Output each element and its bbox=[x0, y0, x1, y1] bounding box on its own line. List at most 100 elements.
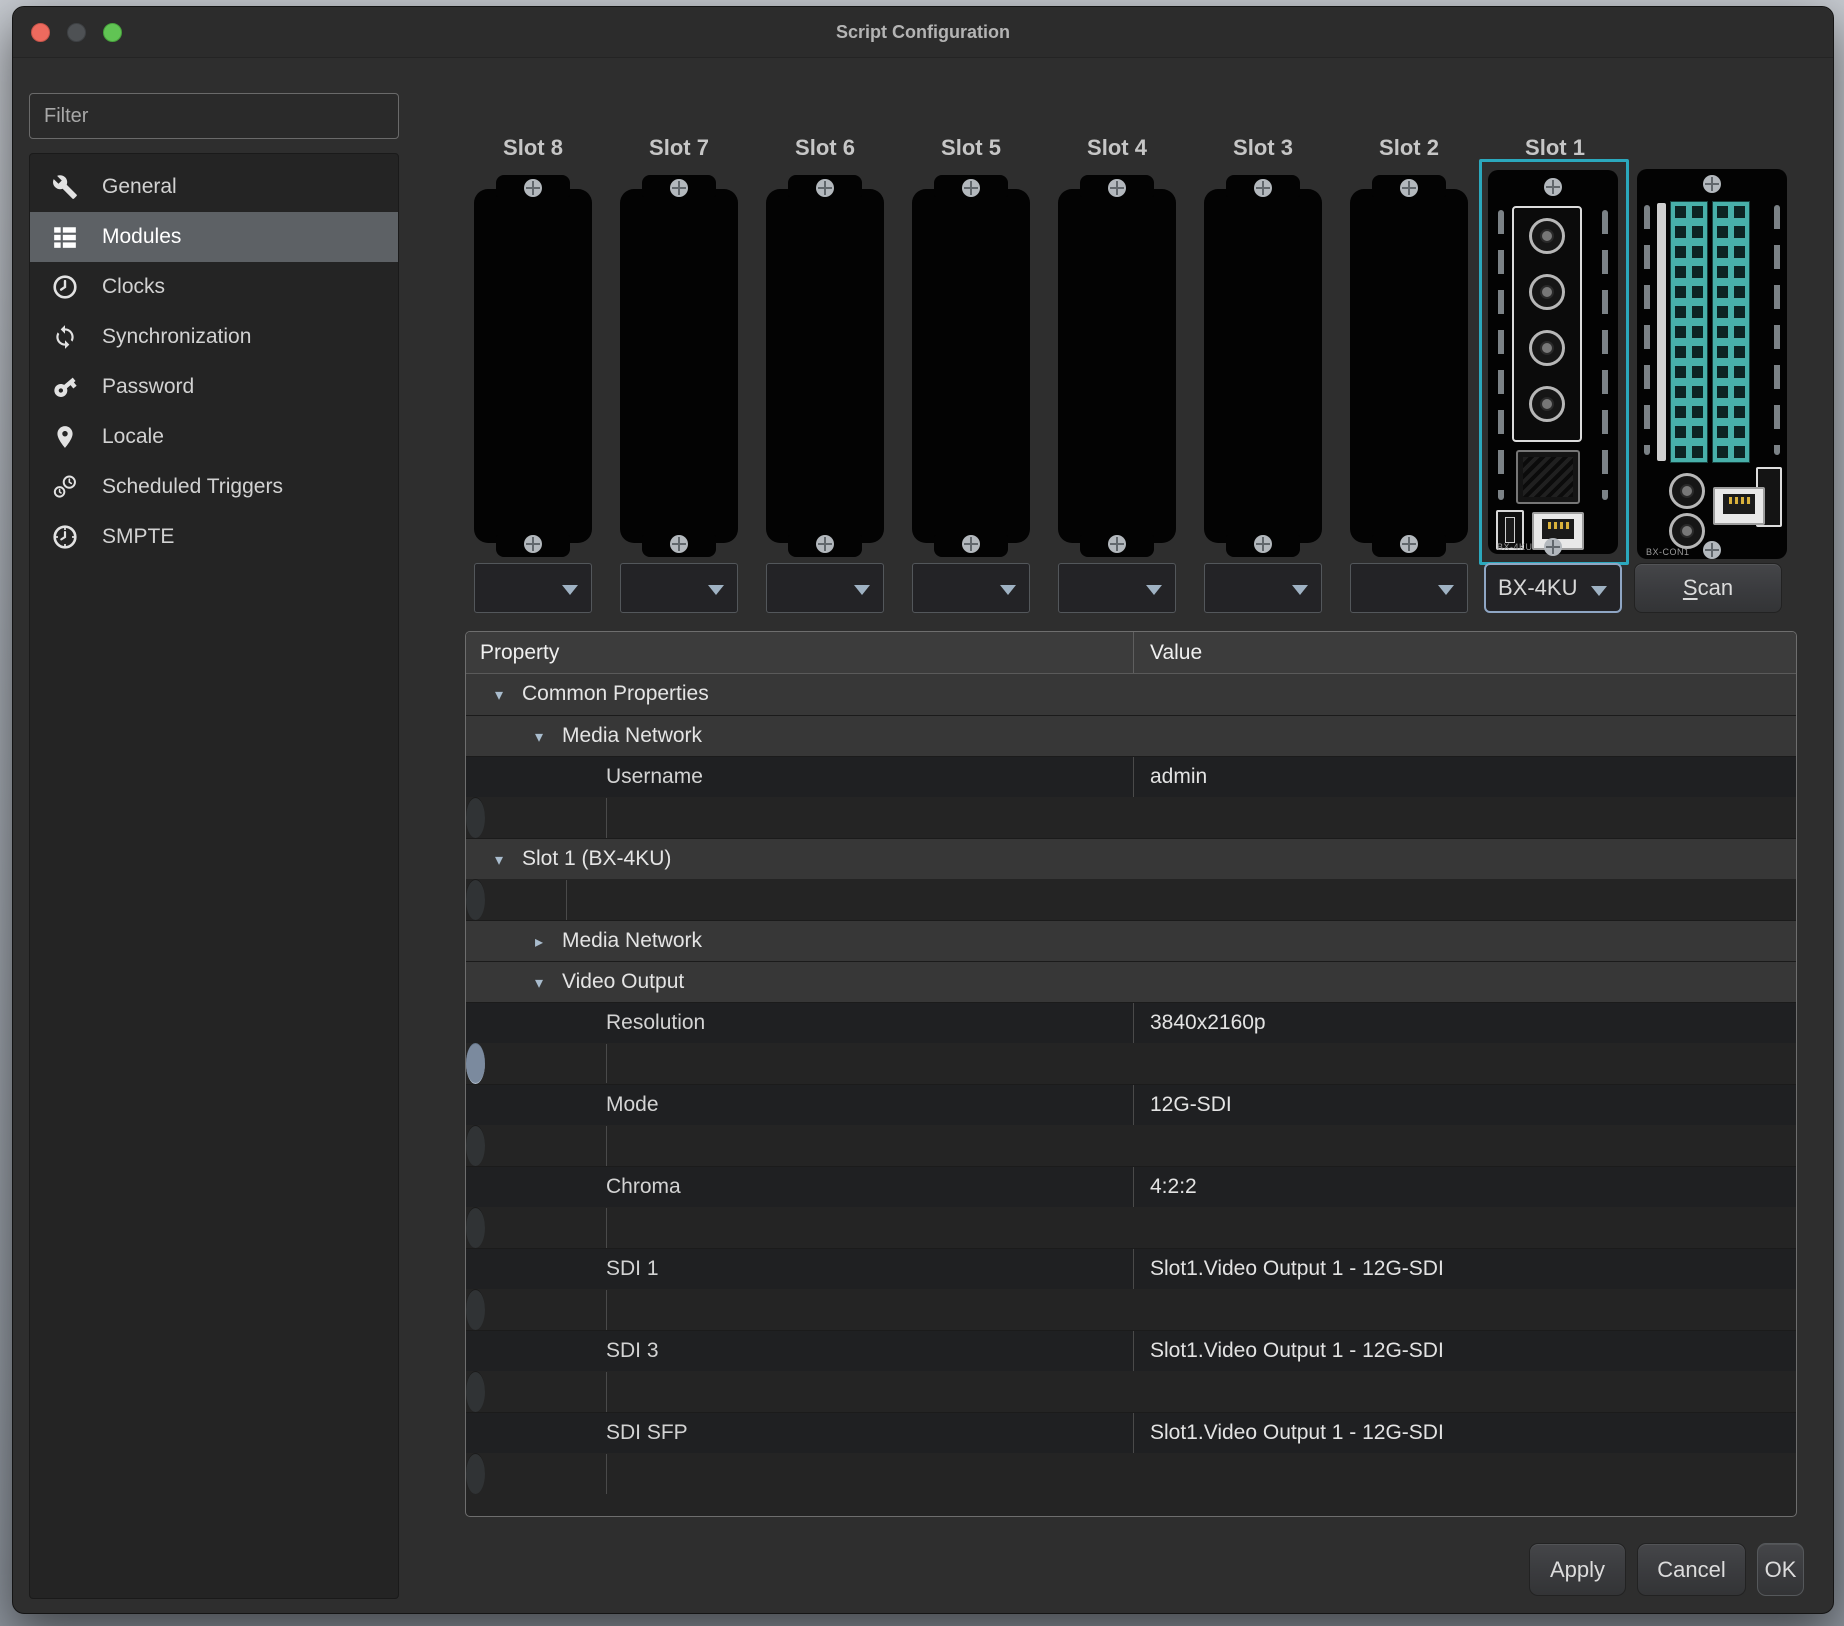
sidebar-item-general[interactable]: General bbox=[30, 162, 398, 212]
value-cell[interactable]: Disabled bbox=[607, 1454, 623, 1494]
collapse-arrow-icon[interactable]: ▾ bbox=[486, 676, 512, 715]
value-cell[interactable]: Slot1.Video Output 1 - 12G-SDI bbox=[1134, 1331, 1796, 1371]
screw-icon bbox=[524, 535, 542, 553]
table-row-name[interactable]: Name bbox=[466, 879, 485, 920]
blank-slot-cover-slot-4[interactable] bbox=[1058, 189, 1176, 543]
property-table: Property Value ▾Common Properties▾Media … bbox=[465, 631, 1797, 1517]
value-cell[interactable]: 1 bbox=[607, 1208, 623, 1248]
key-icon bbox=[50, 372, 80, 402]
table-row-displayport[interactable]: DisplayPortDisabled bbox=[466, 1453, 485, 1494]
table-row-password-blank-for-default-[interactable]: Password (blank for default)password bbox=[466, 797, 485, 838]
bnc-connector-icon bbox=[1669, 473, 1705, 509]
value-cell[interactable]: Slot1.Video Output 1 - 12G-SDI bbox=[607, 1372, 623, 1412]
blank-slot-cover-slot-6[interactable] bbox=[766, 189, 884, 543]
table-row-sdi-4[interactable]: SDI 4Slot1.Video Output 1 - 12G-SDI bbox=[466, 1371, 485, 1412]
screw-icon bbox=[1108, 179, 1126, 197]
module-dropdown-slot-8[interactable] bbox=[474, 563, 592, 613]
table-row-common-properties[interactable]: ▾Common Properties bbox=[466, 674, 1796, 715]
table-row-chroma[interactable]: Chroma4:2:2 bbox=[466, 1166, 1796, 1207]
table-row-resolution[interactable]: Resolution3840x2160p bbox=[466, 1002, 1796, 1043]
value-cell[interactable]: password bbox=[607, 798, 623, 838]
expand-arrow-icon[interactable]: ▸ bbox=[526, 923, 552, 961]
sidebar-item-modules[interactable]: Modules bbox=[30, 212, 398, 262]
sidebar-item-synchronization[interactable]: Synchronization bbox=[30, 312, 398, 362]
table-row-sdi-sfp[interactable]: SDI SFPSlot1.Video Output 1 - 12G-SDI bbox=[466, 1412, 1796, 1453]
ok-button[interactable]: OK bbox=[1757, 1543, 1804, 1596]
value-cell[interactable] bbox=[567, 880, 583, 920]
module-dropdown-slot-4[interactable] bbox=[1058, 563, 1176, 613]
value-cell[interactable] bbox=[1134, 716, 1796, 756]
collapse-arrow-icon[interactable]: ▾ bbox=[486, 841, 512, 879]
sidebar-item-smpte[interactable]: SMPTE bbox=[30, 512, 398, 562]
vent-slots bbox=[1498, 210, 1504, 500]
cancel-button[interactable]: Cancel bbox=[1637, 1543, 1746, 1596]
screw-icon bbox=[1254, 535, 1272, 553]
table-row-username[interactable]: Usernameadmin bbox=[466, 756, 1796, 797]
value-cell[interactable]: 60 bbox=[607, 1044, 623, 1083]
sidebar-item-locale[interactable]: Locale bbox=[30, 412, 398, 462]
value-cell[interactable]: 4:2:2 bbox=[1134, 1167, 1796, 1207]
label-strip bbox=[1657, 203, 1666, 461]
value-cell[interactable] bbox=[1134, 839, 1796, 879]
table-row-video-output[interactable]: ▾Video Output bbox=[466, 961, 1796, 1002]
table-row-sdi-3[interactable]: SDI 3Slot1.Video Output 1 - 12G-SDI bbox=[466, 1330, 1796, 1371]
property-cell: SDI SFP bbox=[466, 1413, 1134, 1453]
property-column-header: Property bbox=[466, 632, 1134, 673]
property-cell: Password (blank for default) bbox=[466, 798, 607, 838]
screw-icon bbox=[670, 179, 688, 197]
screw-icon bbox=[1544, 178, 1562, 196]
module-dropdown-slot-6[interactable] bbox=[766, 563, 884, 613]
value-cell[interactable]: 3840x2160p bbox=[1134, 1003, 1796, 1043]
property-label: Media Network bbox=[562, 929, 702, 952]
sidebar-item-password[interactable]: Password bbox=[30, 362, 398, 412]
blank-slot-cover-slot-3[interactable] bbox=[1204, 189, 1322, 543]
table-row-sdi-1[interactable]: SDI 1Slot1.Video Output 1 - 12G-SDI bbox=[466, 1248, 1796, 1289]
value-cell[interactable]: 12G-SDI bbox=[1134, 1085, 1796, 1125]
collapse-arrow-icon[interactable]: ▾ bbox=[526, 718, 552, 756]
sidebar-item-scheduled-triggers[interactable]: Scheduled Triggers bbox=[30, 462, 398, 512]
value-cell[interactable]: 10-bit bbox=[607, 1126, 623, 1166]
table-row-sdi-2[interactable]: SDI 2Slot1.Video Output 1 - 12G-SDI bbox=[466, 1289, 485, 1330]
sidebar-item-label: General bbox=[102, 175, 177, 199]
module-dropdown-slot-7[interactable] bbox=[620, 563, 738, 613]
table-row-slot-1-bx-4ku-[interactable]: ▾Slot 1 (BX-4KU) bbox=[466, 838, 1796, 879]
value-cell[interactable] bbox=[1134, 674, 1796, 715]
blank-slot-cover-slot-2[interactable] bbox=[1350, 189, 1468, 543]
property-cell: ▾Media Network bbox=[466, 716, 1134, 756]
controller-module-card[interactable]: BX-CON1 bbox=[1637, 169, 1787, 559]
blank-slot-cover-slot-8[interactable] bbox=[474, 189, 592, 543]
value-cell[interactable]: admin bbox=[1134, 757, 1796, 797]
value-cell[interactable] bbox=[1134, 962, 1796, 1002]
blank-slot-cover-slot-5[interactable] bbox=[912, 189, 1030, 543]
clock-icon bbox=[50, 272, 80, 302]
module-label: BX-4KU bbox=[1497, 542, 1533, 552]
modules-list-icon bbox=[50, 222, 80, 252]
blank-slot-cover-slot-7[interactable] bbox=[620, 189, 738, 543]
scan-button[interactable]: Scan bbox=[1634, 563, 1782, 613]
slot-header-slot-4: Slot 4 bbox=[1052, 135, 1182, 161]
collapse-arrow-icon[interactable]: ▾ bbox=[526, 964, 552, 1002]
module-dropdown-slot-2[interactable] bbox=[1350, 563, 1468, 613]
ethernet-port-icon bbox=[1713, 487, 1765, 525]
module-dropdown-slot-5[interactable] bbox=[912, 563, 1030, 613]
table-row-frame-rate[interactable]: Frame Rate60 bbox=[466, 1043, 485, 1084]
module-dropdown-slot-3[interactable] bbox=[1204, 563, 1322, 613]
table-row-media-network[interactable]: ▾Media Network bbox=[466, 715, 1796, 756]
table-row-outputs[interactable]: Outputs1 bbox=[466, 1207, 485, 1248]
property-cell: Mode bbox=[466, 1085, 1134, 1125]
value-cell[interactable]: Slot1.Video Output 1 - 12G-SDI bbox=[1134, 1413, 1796, 1453]
apply-button[interactable]: Apply bbox=[1529, 1543, 1626, 1596]
sidebar-item-label: Password bbox=[102, 375, 194, 399]
value-cell[interactable]: Slot1.Video Output 1 - 12G-SDI bbox=[1134, 1249, 1796, 1289]
screw-icon bbox=[1703, 175, 1721, 193]
value-cell[interactable] bbox=[1134, 921, 1796, 961]
filter-input[interactable] bbox=[29, 93, 399, 139]
sidebar-item-clocks[interactable]: Clocks bbox=[30, 262, 398, 312]
table-row-color-depth[interactable]: Color Depth10-bit bbox=[466, 1125, 485, 1166]
slot1-module-card[interactable]: BX-4KU bbox=[1488, 170, 1618, 554]
table-row-mode[interactable]: Mode12G-SDI bbox=[466, 1084, 1796, 1125]
sfp-cage bbox=[1516, 450, 1580, 504]
value-cell[interactable]: Slot1.Video Output 1 - 12G-SDI bbox=[607, 1290, 623, 1330]
table-row-media-network[interactable]: ▸ Media Network bbox=[466, 920, 1796, 961]
slot1-module-dropdown[interactable]: BX-4KU bbox=[1484, 563, 1622, 613]
